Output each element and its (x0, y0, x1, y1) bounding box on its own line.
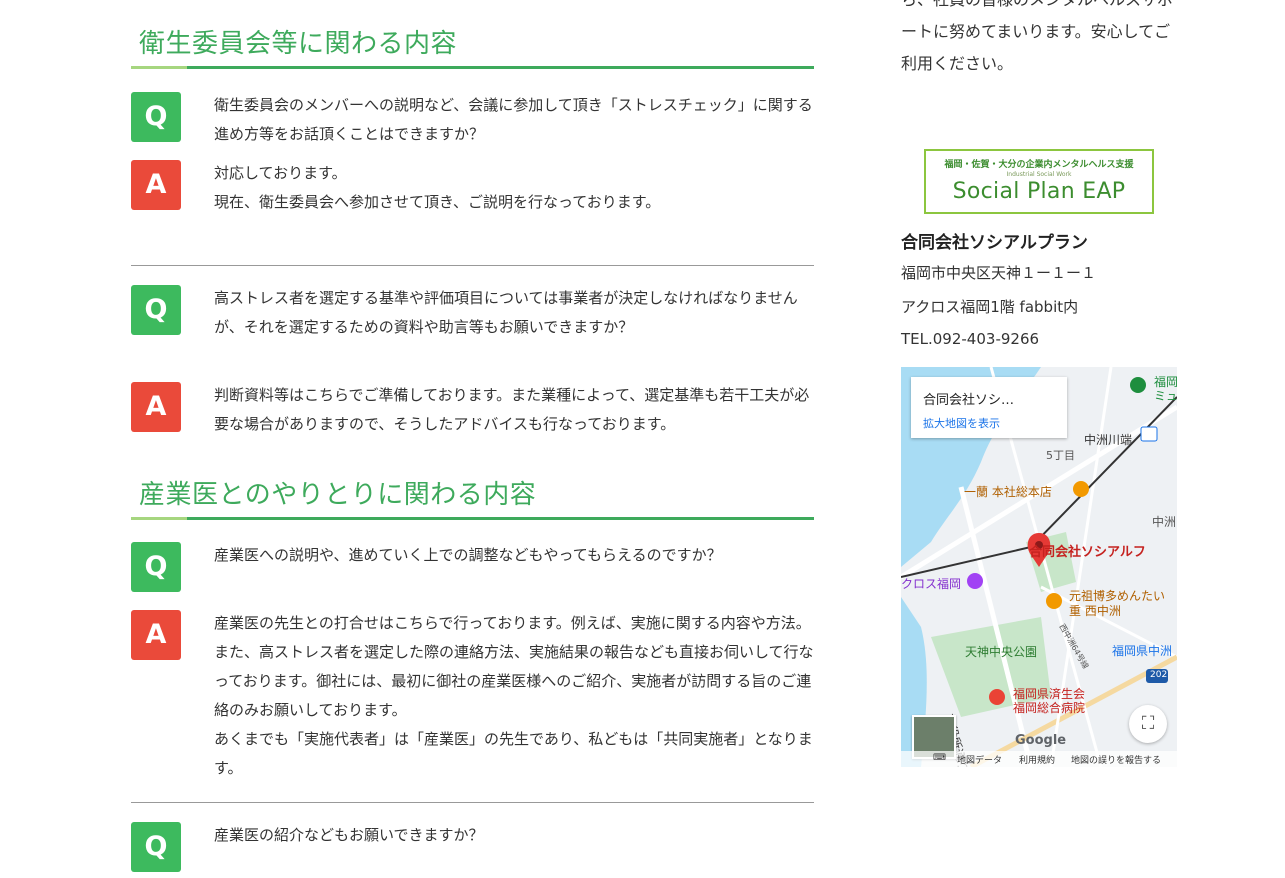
report-error-link[interactable]: 地図の誤りを報告する (1071, 753, 1161, 766)
intro-line: ら、社員の皆様のメンタルヘルスサポ (901, 0, 1173, 16)
map-data-link[interactable]: 地図データ (957, 753, 1002, 766)
section-heading: 産業医とのやりとりに関わる内容 (139, 480, 537, 510)
question-text: 衛生委員会のメンバーへの説明など、会議に参加して頂き「ストレスチェック」に関する… (214, 96, 813, 143)
logo-name: Social Plan EAP (952, 179, 1126, 204)
answer-text: 産業医の先生との打合せはこちらで行っております。例えば、実施に関する内容や方法。… (214, 614, 814, 777)
question-badge: Q (131, 285, 181, 335)
answer-badge: A (131, 160, 181, 210)
map-area-label: 福岡県中洲 (1112, 644, 1173, 658)
map-place-name: 合同会社ソシ… (923, 393, 1015, 408)
section-title-industrial-doctor: 産業医とのやりとりに関わる内容 (131, 473, 814, 520)
section-heading: 衛生委員会等に関わる内容 (139, 29, 458, 59)
map-poi-label: 一蘭 本社総本店 (964, 485, 1052, 499)
question-text: 産業医の紹介などもお願いできますか？ (214, 826, 484, 844)
logo-tagline: 福岡・佐賀・大分の企業内メンタルヘルス支援 (944, 160, 1134, 170)
answer-text: 判断資料等はこちらでご準備しております。また業種によって、選定基準も若干工夫が必… (214, 386, 810, 433)
map-area-label: 中洲 (1152, 515, 1177, 529)
question-text: 産業医への説明や、進めていく上での調整などもやってもらえるのですか？ (214, 546, 722, 564)
address-line: 福岡市中央区天神１ー１ー１ (901, 264, 1097, 282)
answer-text: 対応しております。 現在、衛生委員会へ参加させて頂き、ご説明を行なっております。 (214, 164, 661, 211)
question-badge: Q (131, 92, 181, 142)
intro-line: ートに努めてまいります。安心してご (901, 22, 1171, 41)
title-accent (131, 517, 187, 520)
qa-divider (131, 802, 814, 803)
company-logo[interactable]: 福岡・佐賀・大分の企業内メンタルヘルス支援 Industrial Social … (924, 149, 1154, 214)
map-footer: ⌨ 地図データ 利用規約 地図の誤りを報告する (901, 751, 1177, 767)
section-title-committee: 衛生委員会等に関わる内容 (131, 22, 814, 69)
answer-badge: A (131, 610, 181, 660)
keyboard-icon[interactable]: ⌨ (933, 753, 946, 763)
map-route-label: 202 (1150, 670, 1168, 680)
answer-badge: A (131, 382, 181, 432)
title-accent (131, 66, 187, 69)
question-text: 高ストレス者を選定する基準や評価項目については事業者が決定しなければなりませんが… (214, 289, 798, 336)
map-poi-label: 重 西中洲 (1069, 604, 1121, 618)
google-logo: Google (1015, 733, 1067, 748)
embedded-map[interactable]: 合同会社ソシアルフ 一蘭 本社総本店 中洲川端 5丁目 中洲 クロス福岡 元祖博… (901, 367, 1177, 767)
map-marker-label: 合同会社ソシアルフ (1029, 545, 1146, 560)
intro-line: 利用ください。 (901, 54, 1014, 73)
fullscreen-button[interactable]: ⛶ (1129, 705, 1167, 743)
address-line: アクロス福岡1階 fabbit内 (901, 298, 1079, 316)
map-place-card: 合同会社ソシ… 拡大地図を表示 (911, 377, 1067, 438)
terms-link[interactable]: 利用規約 (1019, 753, 1055, 766)
map-station-label: 中洲川端 (1084, 433, 1133, 447)
map-park-label: 天神中央公園 (965, 645, 1038, 659)
company-name: 合同会社ソシアルプラン (901, 233, 1088, 253)
phone-number: TEL.092-403-9266 (901, 330, 1040, 348)
map-poi-label: 福岡総合病院 (1013, 701, 1086, 715)
sidebar-intro: ら、社員の皆様のメンタルヘルスサポ ートに努めてまいります。安心してご 利用くだ… (901, 0, 1173, 80)
map-poi-label: クロス福岡 (901, 577, 962, 591)
fullscreen-icon: ⛶ (1141, 713, 1155, 734)
question-badge: Q (131, 822, 181, 872)
view-larger-map-link[interactable]: 拡大地図を表示 (923, 415, 1000, 431)
qa-divider (131, 265, 814, 266)
question-badge: Q (131, 542, 181, 592)
map-poi-label: ミュ (1154, 389, 1177, 403)
logo-subtitle: Industrial Social Work (1006, 171, 1072, 178)
map-area-label: 5丁目 (1046, 449, 1075, 462)
